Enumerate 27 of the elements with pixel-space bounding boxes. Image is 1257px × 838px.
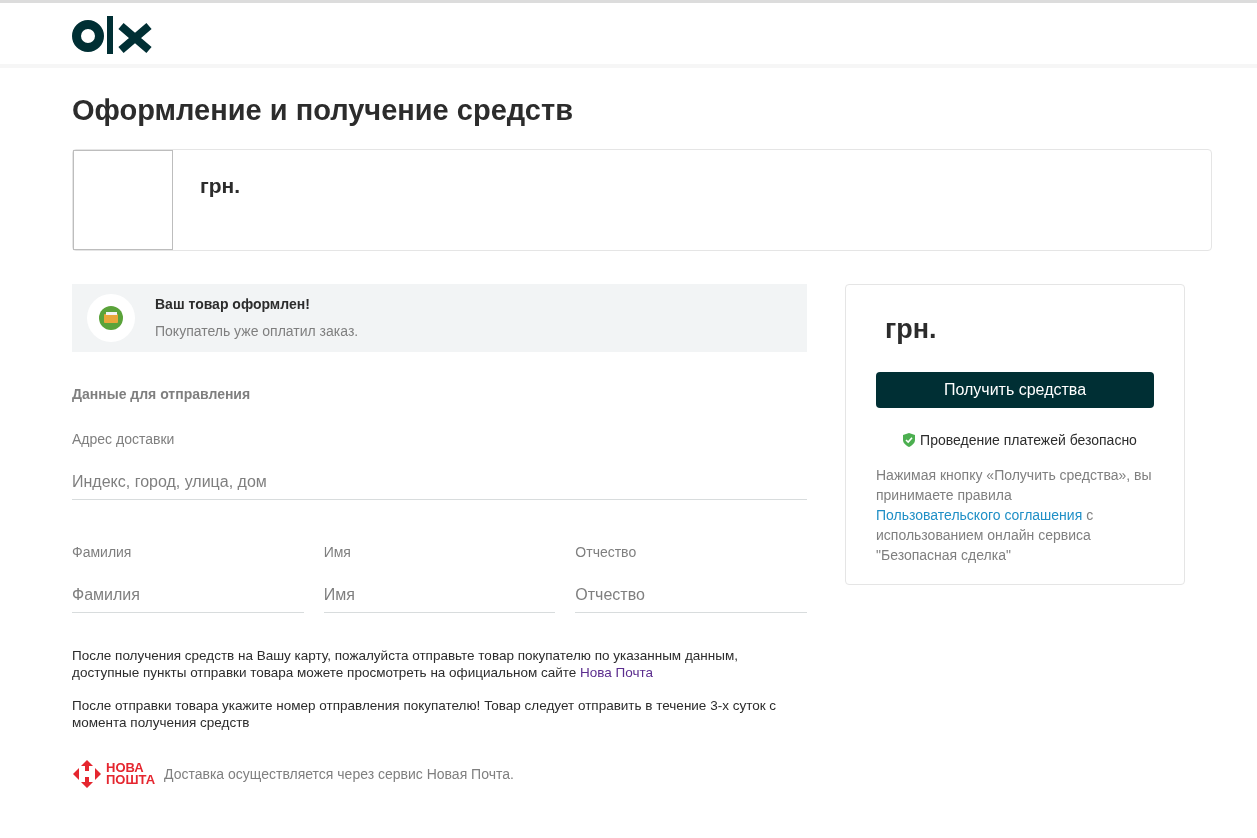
section-heading: Данные для отправления	[72, 385, 252, 404]
name-field[interactable]: Имя	[323, 577, 556, 613]
wallet-icon	[87, 294, 135, 342]
payout-price: грн.	[885, 313, 938, 346]
delivery-text: Доставка осуществляется через сервис Новая Почта.	[164, 764, 514, 784]
field-label: Адрес доставки	[72, 430, 176, 449]
name-field[interactable]: Отчество	[575, 577, 807, 613]
name-field[interactable]: Фамилия	[72, 577, 304, 613]
field-label: Имя	[323, 543, 352, 562]
logo-text: ПОШТА	[106, 774, 156, 786]
page-title: Оформление и получение средств	[72, 96, 574, 125]
terms-link[interactable]: Пользовательского соглашения	[876, 506, 1083, 523]
address-field[interactable]: Индекс, город, улица, дом	[72, 464, 807, 500]
logo-text: НОВА	[106, 762, 145, 774]
field-label: Фамилия	[72, 543, 133, 562]
arrows-icon	[72, 759, 102, 789]
shield-check-icon	[903, 433, 916, 447]
get-funds-button[interactable]: Получить средства	[876, 371, 1154, 408]
info-paragraph: После получения средств на Вашу карту, пожалуйста отправьте товар покупателю по указанным данным, доступные пункты отправки товара можете просмотреть на официальном сайте Нова Почта	[72, 647, 739, 681]
field-label: Отчество	[575, 543, 638, 562]
terms-text: Нажимая кнопку «Получить средства», вы принимаете правила Пользовательского соглашения с использованием онлайн сервиса "Безопасная сделка"	[876, 465, 1153, 565]
nova-poshta-link[interactable]: Нова Почта	[580, 665, 654, 680]
notice-text: Покупатель уже оплатил заказ.	[155, 322, 359, 341]
info-paragraph: После отправки товара укажите номер отправления покупателю! Товар следует отправить в течение 3-х суток с момента получения средств	[72, 697, 778, 731]
product-price: грн.	[200, 173, 241, 199]
secure-text: Проведение платежей безопасно	[920, 430, 1137, 450]
notice-title: Ваш товар оформлен!	[155, 295, 311, 314]
